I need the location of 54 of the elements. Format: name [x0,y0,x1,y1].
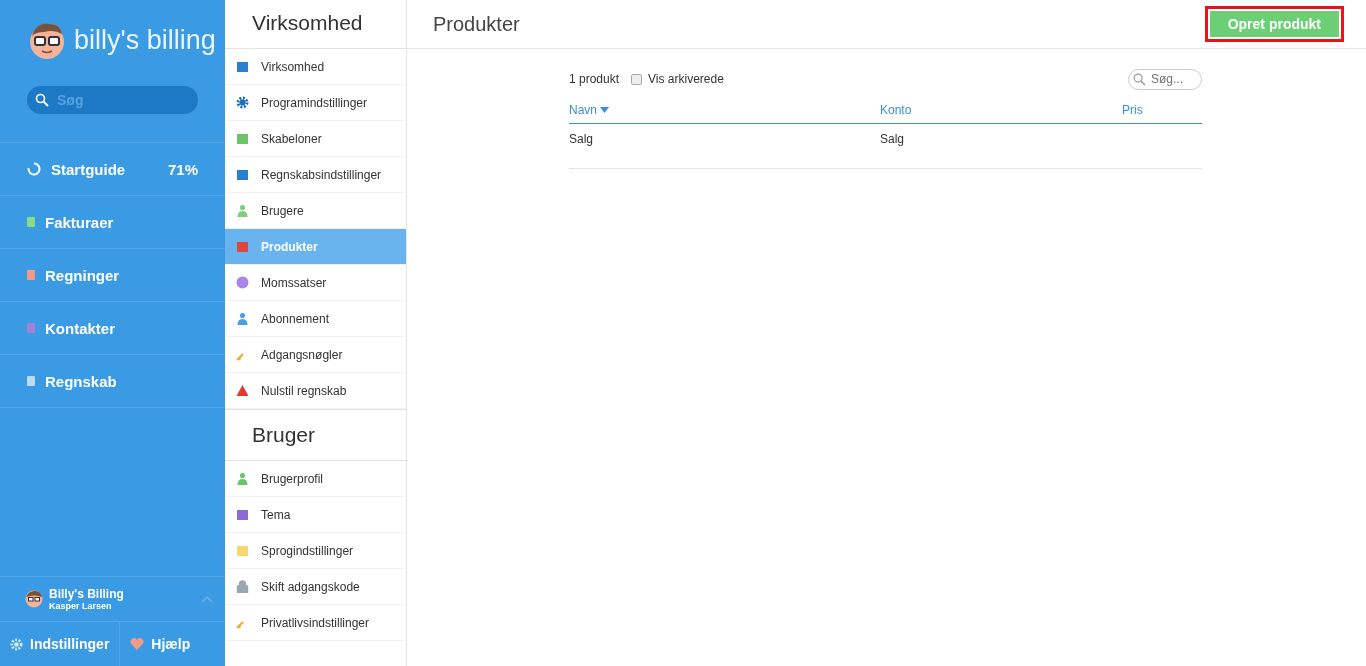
page-title: Produkter [433,12,520,36]
settings-item[interactable]: Abonnement [225,301,406,337]
settings-item[interactable]: Privatlivsindstillinger [225,605,406,641]
search-field[interactable]: Søg [27,86,198,114]
column-header[interactable]: Pris [1122,103,1143,117]
product-count: 1 produkt [569,72,620,86]
sort-down-icon [600,107,609,113]
settings-item[interactable]: Momssatser [225,265,406,301]
avatar-icon [25,590,43,608]
settings-item[interactable]: Virksomhed [225,49,406,85]
column-header[interactable]: Navn [569,103,609,117]
settings-icon [236,96,249,109]
settings-icon [236,168,249,181]
document-icon [27,217,35,227]
settings-icon [236,508,249,521]
gear-icon [10,637,23,651]
user-name: Kasper Larsen [49,601,113,611]
settings-icon [236,544,249,557]
document-icon [27,323,35,333]
settings-icon [236,472,249,485]
chevron-up-icon[interactable] [201,595,213,603]
settings-item[interactable]: Adgangsnøgler [225,337,406,373]
heart-icon [130,638,145,650]
logo-text: billy's billing [74,24,216,56]
checkbox-label: Vis arkiverede [648,72,724,86]
document-icon [27,270,35,280]
search-field[interactable]: Søg... [1128,68,1202,90]
settings-icon [236,580,249,593]
settings-icon [236,132,249,145]
settings-item[interactable]: Brugerprofil [225,461,406,497]
table-cell: Salg [880,132,905,146]
settings-item[interactable]: Nulstil regnskab [225,373,406,409]
column-header[interactable]: Konto [880,103,912,117]
settings-item[interactable]: Skabeloner [225,121,406,157]
settings-item[interactable]: Skift adgangskode [225,569,406,605]
settings-icon [236,312,249,325]
progress-ring-icon [27,162,41,176]
search-icon [35,93,49,107]
settings-item[interactable]: Programindstillinger [225,85,406,121]
settings-icon [236,204,249,217]
settings-icon [236,240,249,253]
document-icon [27,376,35,386]
settings-icon [236,384,249,397]
settings-icon [236,276,249,289]
section-heading: Virksomhed [225,0,406,49]
section-heading: Bruger [225,409,406,461]
settings-item[interactable]: Sprogindstillinger [225,533,406,569]
checkbox[interactable] [631,73,643,85]
company-name: Billy's Billing [49,587,125,601]
settings-icon [236,60,249,73]
search-icon [1133,72,1146,86]
table-cell: Salg [569,132,594,146]
settings-item[interactable]: Tema [225,497,406,533]
settings-item[interactable]: Regnskabsindstillinger [225,157,406,193]
